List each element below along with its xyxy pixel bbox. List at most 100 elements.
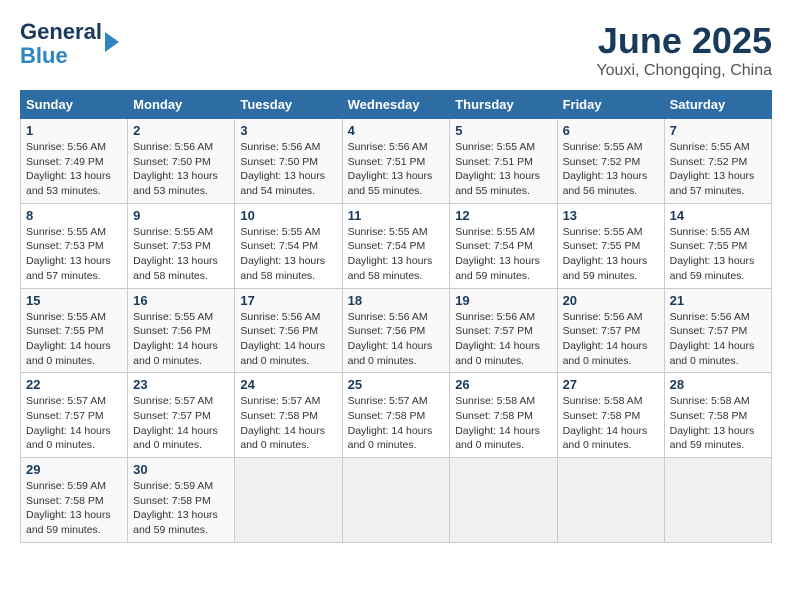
calendar-cell: 15 Sunrise: 5:55 AM Sunset: 7:55 PM Dayli… [21, 288, 128, 373]
weekday-header-thursday: Thursday [450, 91, 557, 119]
calendar-cell: 8 Sunrise: 5:55 AM Sunset: 7:53 PM Daylig… [21, 203, 128, 288]
title-block: June 2025 Youxi, Chongqing, China [596, 20, 772, 80]
calendar-cell: 7 Sunrise: 5:55 AM Sunset: 7:52 PM Daylig… [664, 119, 771, 204]
calendar-cell: 21 Sunrise: 5:56 AM Sunset: 7:57 PM Dayli… [664, 288, 771, 373]
day-number: 9 [133, 208, 229, 223]
weekday-header-tuesday: Tuesday [235, 91, 342, 119]
day-number: 18 [348, 293, 445, 308]
logo-text: GeneralBlue [20, 20, 102, 68]
calendar-cell: 16Sunrise: 5:55 AM Sunset: 7:56 PM Dayli… [128, 288, 235, 373]
weekday-header-wednesday: Wednesday [342, 91, 450, 119]
location-subtitle: Youxi, Chongqing, China [596, 62, 772, 80]
calendar-cell: 30 Sunrise: 5:59 AM Sunset: 7:58 PM Dayli… [128, 458, 235, 543]
day-number: 21 [670, 293, 766, 308]
day-info: Sunrise: 5:55 AM Sunset: 7:56 PM Dayligh… [133, 310, 229, 369]
day-info: Sunrise: 5:55 AM Sunset: 7:55 PM Dayligh… [563, 225, 659, 284]
calendar-cell: 9 Sunrise: 5:55 AM Sunset: 7:53 PM Daylig… [128, 203, 235, 288]
day-info: Sunrise: 5:55 AM Sunset: 7:55 PM Dayligh… [670, 225, 766, 284]
day-info: Sunrise: 5:55 AM Sunset: 7:54 PM Dayligh… [348, 225, 445, 284]
day-info: Sunrise: 5:58 AM Sunset: 7:58 PM Dayligh… [455, 394, 551, 453]
day-number: 30 [133, 462, 229, 477]
weekday-header-monday: Monday [128, 91, 235, 119]
day-number: 20 [563, 293, 659, 308]
day-info: Sunrise: 5:55 AM Sunset: 7:52 PM Dayligh… [563, 140, 659, 199]
day-info: Sunrise: 5:55 AM Sunset: 7:54 PM Dayligh… [240, 225, 336, 284]
calendar-cell: 13 Sunrise: 5:55 AM Sunset: 7:55 PM Dayli… [557, 203, 664, 288]
calendar-cell: 1 Sunrise: 5:56 AM Sunset: 7:49 PM Daylig… [21, 119, 128, 204]
day-info: Sunrise: 5:55 AM Sunset: 7:53 PM Dayligh… [26, 225, 122, 284]
calendar-header-row: SundayMondayTuesdayWednesdayThursdayFrid… [21, 91, 772, 119]
day-number: 26 [455, 377, 551, 392]
day-info: Sunrise: 5:59 AM Sunset: 7:58 PM Dayligh… [133, 479, 229, 538]
day-info: Sunrise: 5:59 AM Sunset: 7:58 PM Dayligh… [26, 479, 122, 538]
calendar-cell: 27Sunrise: 5:58 AM Sunset: 7:58 PM Dayli… [557, 373, 664, 458]
day-number: 13 [563, 208, 659, 223]
calendar-week-row: 15 Sunrise: 5:55 AM Sunset: 7:55 PM Dayli… [21, 288, 772, 373]
weekday-header-sunday: Sunday [21, 91, 128, 119]
calendar-cell-empty [557, 458, 664, 543]
day-number: 4 [348, 123, 445, 138]
day-info: Sunrise: 5:57 AM Sunset: 7:57 PM Dayligh… [133, 394, 229, 453]
logo: GeneralBlue [20, 20, 119, 68]
day-number: 22 [26, 377, 122, 392]
calendar-cell-empty [664, 458, 771, 543]
calendar-week-row: 1 Sunrise: 5:56 AM Sunset: 7:49 PM Daylig… [21, 119, 772, 204]
day-info: Sunrise: 5:56 AM Sunset: 7:56 PM Dayligh… [348, 310, 445, 369]
calendar-table: SundayMondayTuesdayWednesdayThursdayFrid… [20, 90, 772, 543]
calendar-cell: 12Sunrise: 5:55 AM Sunset: 7:54 PM Dayli… [450, 203, 557, 288]
day-number: 7 [670, 123, 766, 138]
calendar-cell: 23 Sunrise: 5:57 AM Sunset: 7:57 PM Dayli… [128, 373, 235, 458]
day-info: Sunrise: 5:55 AM Sunset: 7:55 PM Dayligh… [26, 310, 122, 369]
day-number: 15 [26, 293, 122, 308]
calendar-week-row: 22 Sunrise: 5:57 AM Sunset: 7:57 PM Dayli… [21, 373, 772, 458]
calendar-cell: 10 Sunrise: 5:55 AM Sunset: 7:54 PM Dayli… [235, 203, 342, 288]
day-info: Sunrise: 5:57 AM Sunset: 7:58 PM Dayligh… [240, 394, 336, 453]
calendar-cell: 6 Sunrise: 5:55 AM Sunset: 7:52 PM Daylig… [557, 119, 664, 204]
calendar-cell: 26 Sunrise: 5:58 AM Sunset: 7:58 PM Dayli… [450, 373, 557, 458]
day-number: 3 [240, 123, 336, 138]
day-info: Sunrise: 5:55 AM Sunset: 7:52 PM Dayligh… [670, 140, 766, 199]
calendar-cell: 25Sunrise: 5:57 AM Sunset: 7:58 PM Dayli… [342, 373, 450, 458]
calendar-cell: 18 Sunrise: 5:56 AM Sunset: 7:56 PM Dayli… [342, 288, 450, 373]
calendar-cell: 28 Sunrise: 5:58 AM Sunset: 7:58 PM Dayli… [664, 373, 771, 458]
day-number: 6 [563, 123, 659, 138]
day-info: Sunrise: 5:56 AM Sunset: 7:49 PM Dayligh… [26, 140, 122, 199]
day-number: 11 [348, 208, 445, 223]
day-info: Sunrise: 5:57 AM Sunset: 7:58 PM Dayligh… [348, 394, 445, 453]
day-number: 19 [455, 293, 551, 308]
day-info: Sunrise: 5:56 AM Sunset: 7:57 PM Dayligh… [670, 310, 766, 369]
day-info: Sunrise: 5:56 AM Sunset: 7:57 PM Dayligh… [455, 310, 551, 369]
calendar-cell-empty [235, 458, 342, 543]
calendar-cell: 4Sunrise: 5:56 AM Sunset: 7:51 PM Daylig… [342, 119, 450, 204]
calendar-body: 1 Sunrise: 5:56 AM Sunset: 7:49 PM Daylig… [21, 119, 772, 543]
day-number: 28 [670, 377, 766, 392]
calendar-cell: 17 Sunrise: 5:56 AM Sunset: 7:56 PM Dayli… [235, 288, 342, 373]
day-number: 17 [240, 293, 336, 308]
day-number: 10 [240, 208, 336, 223]
calendar-cell-empty [342, 458, 450, 543]
day-number: 29 [26, 462, 122, 477]
day-number: 8 [26, 208, 122, 223]
logo-arrow-icon [105, 32, 119, 52]
day-number: 24 [240, 377, 336, 392]
day-info: Sunrise: 5:56 AM Sunset: 7:56 PM Dayligh… [240, 310, 336, 369]
calendar-cell: 11 Sunrise: 5:55 AM Sunset: 7:54 PM Dayli… [342, 203, 450, 288]
day-number: 27 [563, 377, 659, 392]
calendar-cell: 29 Sunrise: 5:59 AM Sunset: 7:58 PM Dayli… [21, 458, 128, 543]
day-info: Sunrise: 5:55 AM Sunset: 7:53 PM Dayligh… [133, 225, 229, 284]
calendar-cell: 14 Sunrise: 5:55 AM Sunset: 7:55 PM Dayli… [664, 203, 771, 288]
day-info: Sunrise: 5:56 AM Sunset: 7:57 PM Dayligh… [563, 310, 659, 369]
weekday-header-saturday: Saturday [664, 91, 771, 119]
day-info: Sunrise: 5:56 AM Sunset: 7:50 PM Dayligh… [240, 140, 336, 199]
day-number: 1 [26, 123, 122, 138]
calendar-cell: 19 Sunrise: 5:56 AM Sunset: 7:57 PM Dayli… [450, 288, 557, 373]
calendar-week-row: 8 Sunrise: 5:55 AM Sunset: 7:53 PM Daylig… [21, 203, 772, 288]
calendar-cell: 20 Sunrise: 5:56 AM Sunset: 7:57 PM Dayli… [557, 288, 664, 373]
day-number: 5 [455, 123, 551, 138]
day-number: 14 [670, 208, 766, 223]
page-header: GeneralBlue June 2025 Youxi, Chongqing, … [20, 20, 772, 80]
day-info: Sunrise: 5:56 AM Sunset: 7:50 PM Dayligh… [133, 140, 229, 199]
day-info: Sunrise: 5:55 AM Sunset: 7:51 PM Dayligh… [455, 140, 551, 199]
day-info: Sunrise: 5:58 AM Sunset: 7:58 PM Dayligh… [670, 394, 766, 453]
day-number: 23 [133, 377, 229, 392]
